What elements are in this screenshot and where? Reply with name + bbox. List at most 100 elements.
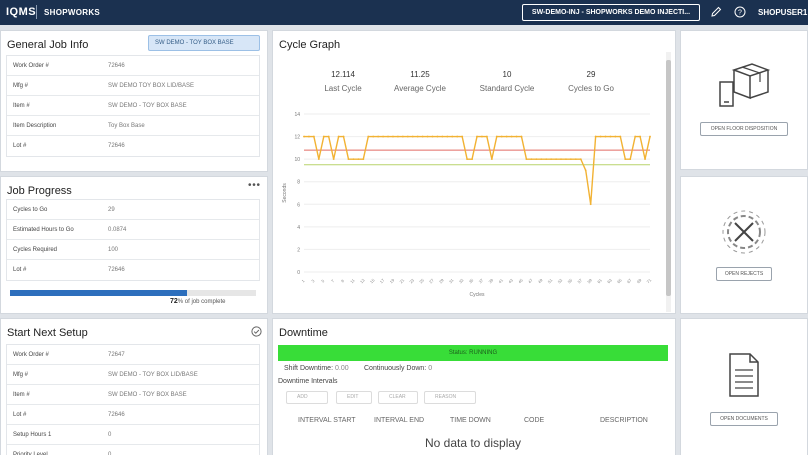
data-point xyxy=(322,135,325,138)
x-tick-label: 67 xyxy=(626,277,633,284)
reason-interval-button[interactable]: REASON xyxy=(424,391,476,404)
open-documents-button[interactable]: OPEN DOCUMENTS xyxy=(710,412,778,426)
x-tick-label: 63 xyxy=(606,277,613,284)
data-point xyxy=(446,135,449,138)
scrollbar-thumb[interactable] xyxy=(666,60,671,296)
panel-title: General Job Info xyxy=(7,39,89,51)
empty-table-message: No data to display xyxy=(424,436,522,450)
data-point xyxy=(639,135,642,138)
row-label: Setup Hours 1 xyxy=(13,432,52,438)
machine-status-bar: Status: RUNNING xyxy=(278,345,668,361)
column-header: INTERVAL END xyxy=(374,417,425,424)
data-point xyxy=(555,158,557,161)
table-row: Item # SW DEMO - TOY BOX BASE xyxy=(7,96,259,116)
data-point xyxy=(570,158,572,161)
table-row: Work Order # 72647 xyxy=(7,345,259,365)
more-options-icon[interactable]: • • • xyxy=(248,180,260,191)
x-tick-label: 61 xyxy=(596,277,603,284)
data-point xyxy=(317,158,320,161)
stat-standard-cycle: 10 Standard Cycle xyxy=(467,70,547,93)
help-circle-icon[interactable]: ? xyxy=(734,6,746,18)
x-tick-label: 39 xyxy=(487,277,494,284)
x-tick-label: 43 xyxy=(507,277,514,284)
continuously-down-label: Continuously Down: xyxy=(364,365,427,372)
x-tick-label: 7 xyxy=(330,278,336,284)
y-tick-label: 4 xyxy=(297,225,300,231)
row-value: 72646 xyxy=(108,63,125,69)
x-tick-label: 59 xyxy=(586,277,593,284)
row-value: 29 xyxy=(108,207,115,213)
stat-average-cycle: 11.25 Average Cycle xyxy=(380,70,460,93)
data-point xyxy=(362,158,365,161)
edit-interval-button[interactable]: EDIT xyxy=(336,391,372,404)
check-circle-icon[interactable] xyxy=(251,326,262,337)
x-axis-label: Cycles xyxy=(469,292,485,298)
clear-interval-button[interactable]: CLEAR xyxy=(378,391,418,404)
x-tick-label: 23 xyxy=(408,277,415,284)
table-row: Mfg # SW DEMO TOY BOX LID/BASE xyxy=(7,76,259,96)
data-point xyxy=(545,158,548,161)
data-point xyxy=(604,135,607,138)
data-point xyxy=(342,135,345,138)
data-point xyxy=(327,135,330,138)
data-point xyxy=(579,158,582,161)
row-label: Item Description xyxy=(13,123,57,129)
data-point xyxy=(431,135,434,138)
x-tick-label: 37 xyxy=(478,277,485,284)
table-row: Item Description Toy Box Base xyxy=(7,116,259,136)
y-tick-label: 14 xyxy=(294,112,300,118)
data-point xyxy=(619,135,622,138)
y-tick-label: 6 xyxy=(297,202,300,208)
column-header: DESCRIPTION xyxy=(600,417,648,424)
add-interval-button[interactable]: ADD xyxy=(286,391,328,404)
row-label: Lot # xyxy=(13,412,27,418)
table-row: Lot # 72646 xyxy=(7,260,259,280)
row-value: SW DEMO - TOY BOX LID/BASE xyxy=(108,372,198,378)
panel-title: Cycle Graph xyxy=(279,39,341,51)
downtime-panel: Downtime xyxy=(272,318,676,455)
row-label: Work Order # xyxy=(13,63,49,69)
progress-caption: 72% of job complete xyxy=(170,298,226,305)
pencil-icon[interactable] xyxy=(710,6,722,18)
item-selector[interactable]: SW DEMO - TOY BOX BASE xyxy=(148,35,260,51)
y-axis-label: Seconds xyxy=(282,183,288,203)
data-point xyxy=(535,158,538,161)
table-row: Mfg # SW DEMO - TOY BOX LID/BASE xyxy=(7,365,259,385)
data-point xyxy=(466,158,469,161)
data-point xyxy=(461,135,464,138)
stat-value: 29 xyxy=(586,70,596,79)
x-tick-label: 47 xyxy=(527,277,534,284)
x-tick-label: 69 xyxy=(636,277,643,284)
table-row: Lot # 72646 xyxy=(7,405,259,425)
data-point xyxy=(382,135,384,138)
data-point xyxy=(332,158,335,161)
x-tick-label: 45 xyxy=(517,277,524,284)
stat-label: Average Cycle xyxy=(394,84,446,93)
y-tick-label: 12 xyxy=(294,135,300,141)
device-selector[interactable]: SW-DEMO-INJ - SHOPWORKS DEMO INJECTI... xyxy=(522,4,700,21)
data-point xyxy=(515,135,518,138)
open-rejects-button[interactable]: OPEN REJECTS xyxy=(716,267,772,281)
open-floor-disposition-button[interactable]: OPEN FLOOR DISPOSITION xyxy=(700,122,788,136)
data-point xyxy=(560,158,562,161)
row-value: SW DEMO - TOY BOX BASE xyxy=(108,103,187,109)
data-point xyxy=(456,135,459,138)
stat-label: Cycles to Go xyxy=(568,84,614,93)
x-tick-label: 49 xyxy=(537,277,544,284)
x-tick-label: 5 xyxy=(320,278,326,284)
stat-value: 12.114 xyxy=(331,70,355,79)
table-row: Priority Level 0 xyxy=(7,445,259,455)
x-tick-label: 13 xyxy=(359,277,366,284)
x-tick-label: 51 xyxy=(547,277,554,284)
data-point xyxy=(505,135,508,138)
data-point xyxy=(451,135,454,138)
general-job-table: Work Order # 72646 Mfg # SW DEMO TOY BOX LI… xyxy=(6,55,260,157)
row-value: 72646 xyxy=(108,267,125,273)
next-setup-table: Work Order # 72647 Mfg # SW DEMO - TOY BOX … xyxy=(6,344,260,455)
row-label: Lot # xyxy=(13,267,27,273)
user-name[interactable]: SHOPUSER1 xyxy=(758,8,807,17)
data-point xyxy=(436,135,439,138)
graph-scrollbar[interactable] xyxy=(666,52,671,312)
data-point xyxy=(550,158,553,161)
data-point xyxy=(303,135,305,138)
